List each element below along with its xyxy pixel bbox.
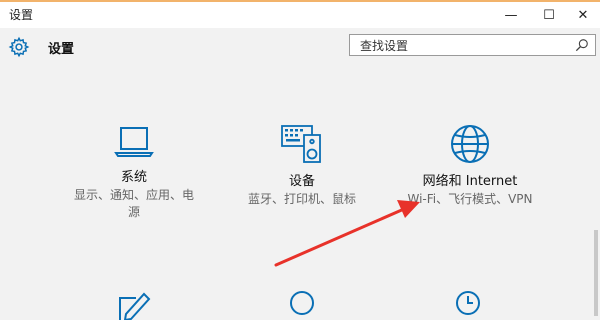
minimize-icon: — [504,7,518,23]
settings-header: 设置 [0,28,600,72]
laptop-icon [114,127,154,157]
window-title: 设置 [9,8,34,22]
search-input[interactable] [358,37,562,55]
tile-network-internet[interactable]: 网络和 Internet Wi-Fi、飞行模式、VPN [385,124,555,208]
tile-system-label: 系统 [120,170,147,185]
scrollbar[interactable] [594,230,598,316]
close-icon: ✕ [577,7,589,23]
keyboard-speaker-icon [281,125,321,163]
tile-devices-description: 蓝牙、打印机、鼠标 [247,192,356,206]
close-button[interactable]: ✕ [560,2,600,28]
tile-network-description: Wi-Fi、飞行模式、VPN [407,192,533,206]
tile-system-desc-line1: 显示、通知、应用、电 [73,188,194,202]
tile-network-label: 网络和 Internet [422,174,518,189]
tile-devices[interactable]: 设备 蓝牙、打印机、鼠标 [217,124,387,208]
tile-devices-label: 设备 [288,174,315,189]
search-box[interactable] [349,34,596,56]
tile-system-desc-line2: 源 [127,205,140,219]
tile-system-description: 显示、通知、应用、电 源 [49,187,219,221]
tile-system[interactable]: 系统 显示、通知、应用、电 源 [49,124,219,221]
search-icon[interactable] [575,38,589,52]
gear-icon [8,36,30,58]
maximize-icon: ☐ [543,7,555,23]
window-titlebar: 设置 — ☐ ✕ [0,0,600,28]
page-title: 设置 [48,42,75,57]
globe-icon [451,125,489,163]
